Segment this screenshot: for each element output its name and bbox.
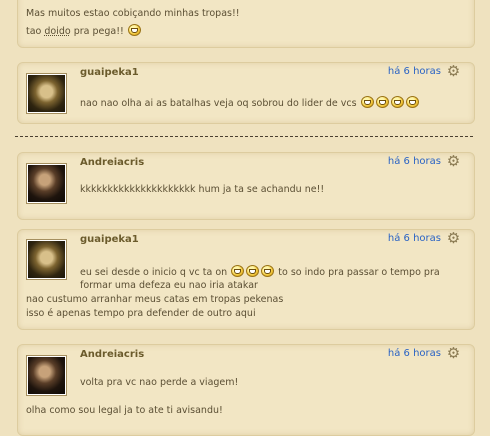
comment-time[interactable]: há 6 horas — [388, 233, 441, 244]
comment-time[interactable]: há 6 horas — [388, 348, 441, 359]
grin-smiley-icon — [246, 265, 260, 277]
comment-card: guaipeka1 há 6 horas ⚙ nao nao olha ai a… — [17, 62, 475, 124]
gear-icon[interactable]: ⚙ — [446, 64, 461, 79]
comment-card: guaipeka1 há 6 horas ⚙ eu sei desde o in… — [17, 229, 475, 330]
grin-smiley-icon — [231, 265, 245, 277]
comment-card: Andreiacris há 6 horas ⚙ kkkkkkkkkkkkkkk… — [17, 152, 475, 220]
grin-smiley-icon — [261, 265, 275, 277]
comment-line-suffix: to so indo pra passar o tempo pra — [278, 267, 440, 278]
comment-line: nao nao olha ai as batalhas veja oq sobr… — [80, 98, 357, 109]
comment-author[interactable]: guaipeka1 — [80, 67, 139, 78]
comment-text: nao nao olha ai as batalhas veja oq sobr… — [80, 96, 420, 111]
comment-text-line: eu sei desde o inicio q vc ta on to so i… — [80, 265, 440, 280]
avatar[interactable] — [26, 73, 67, 114]
post-text-prefix: tao — [26, 26, 45, 37]
gear-icon[interactable]: ⚙ — [446, 346, 461, 361]
comment-line: formar uma defeza eu nao iria atakar — [80, 280, 258, 291]
post-text-line: tao doido pra pega!! — [26, 24, 142, 39]
avatar[interactable] — [26, 163, 67, 204]
grin-smiley-icon — [375, 96, 389, 108]
avatar[interactable] — [26, 239, 67, 280]
divider — [15, 136, 473, 137]
comment-line: volta pra vc nao perde a viagem! — [80, 377, 239, 388]
comment-line-prefix: eu sei desde o inicio q vc ta on — [80, 267, 228, 278]
avatar[interactable] — [26, 355, 67, 396]
post-link-word[interactable]: doido — [44, 26, 70, 37]
comment-time[interactable]: há 6 horas — [388, 66, 441, 77]
comment-time[interactable]: há 6 horas — [388, 156, 441, 167]
post-text-suffix: pra pega!! — [70, 26, 124, 37]
comment-line: olha como sou legal ja to ate ti avisand… — [26, 405, 223, 416]
comment-line: isso é apenas tempo pra defender de outr… — [26, 308, 256, 319]
grin-smiley-icon — [390, 96, 404, 108]
gear-icon[interactable]: ⚙ — [446, 231, 461, 246]
gear-icon[interactable]: ⚙ — [446, 154, 461, 169]
comment-card: Andreiacris há 6 horas ⚙ volta pra vc na… — [17, 344, 475, 436]
grin-smiley-icon — [127, 24, 141, 36]
comment-author[interactable]: guaipeka1 — [80, 234, 139, 245]
previous-post-card: Mas muitos estao cobiçando minhas tropas… — [17, 0, 475, 48]
comment-author[interactable]: Andreiacris — [80, 349, 144, 360]
post-text-line: Mas muitos estao cobiçando minhas tropas… — [26, 8, 240, 19]
comment-line: nao custumo arranhar meus catas em tropa… — [26, 294, 284, 305]
comment-line: kkkkkkkkkkkkkkkkkkkkk hum ja ta se achan… — [80, 184, 325, 195]
grin-smiley-icon — [360, 96, 374, 108]
grin-smiley-icon — [405, 96, 419, 108]
comment-author[interactable]: Andreiacris — [80, 157, 144, 168]
